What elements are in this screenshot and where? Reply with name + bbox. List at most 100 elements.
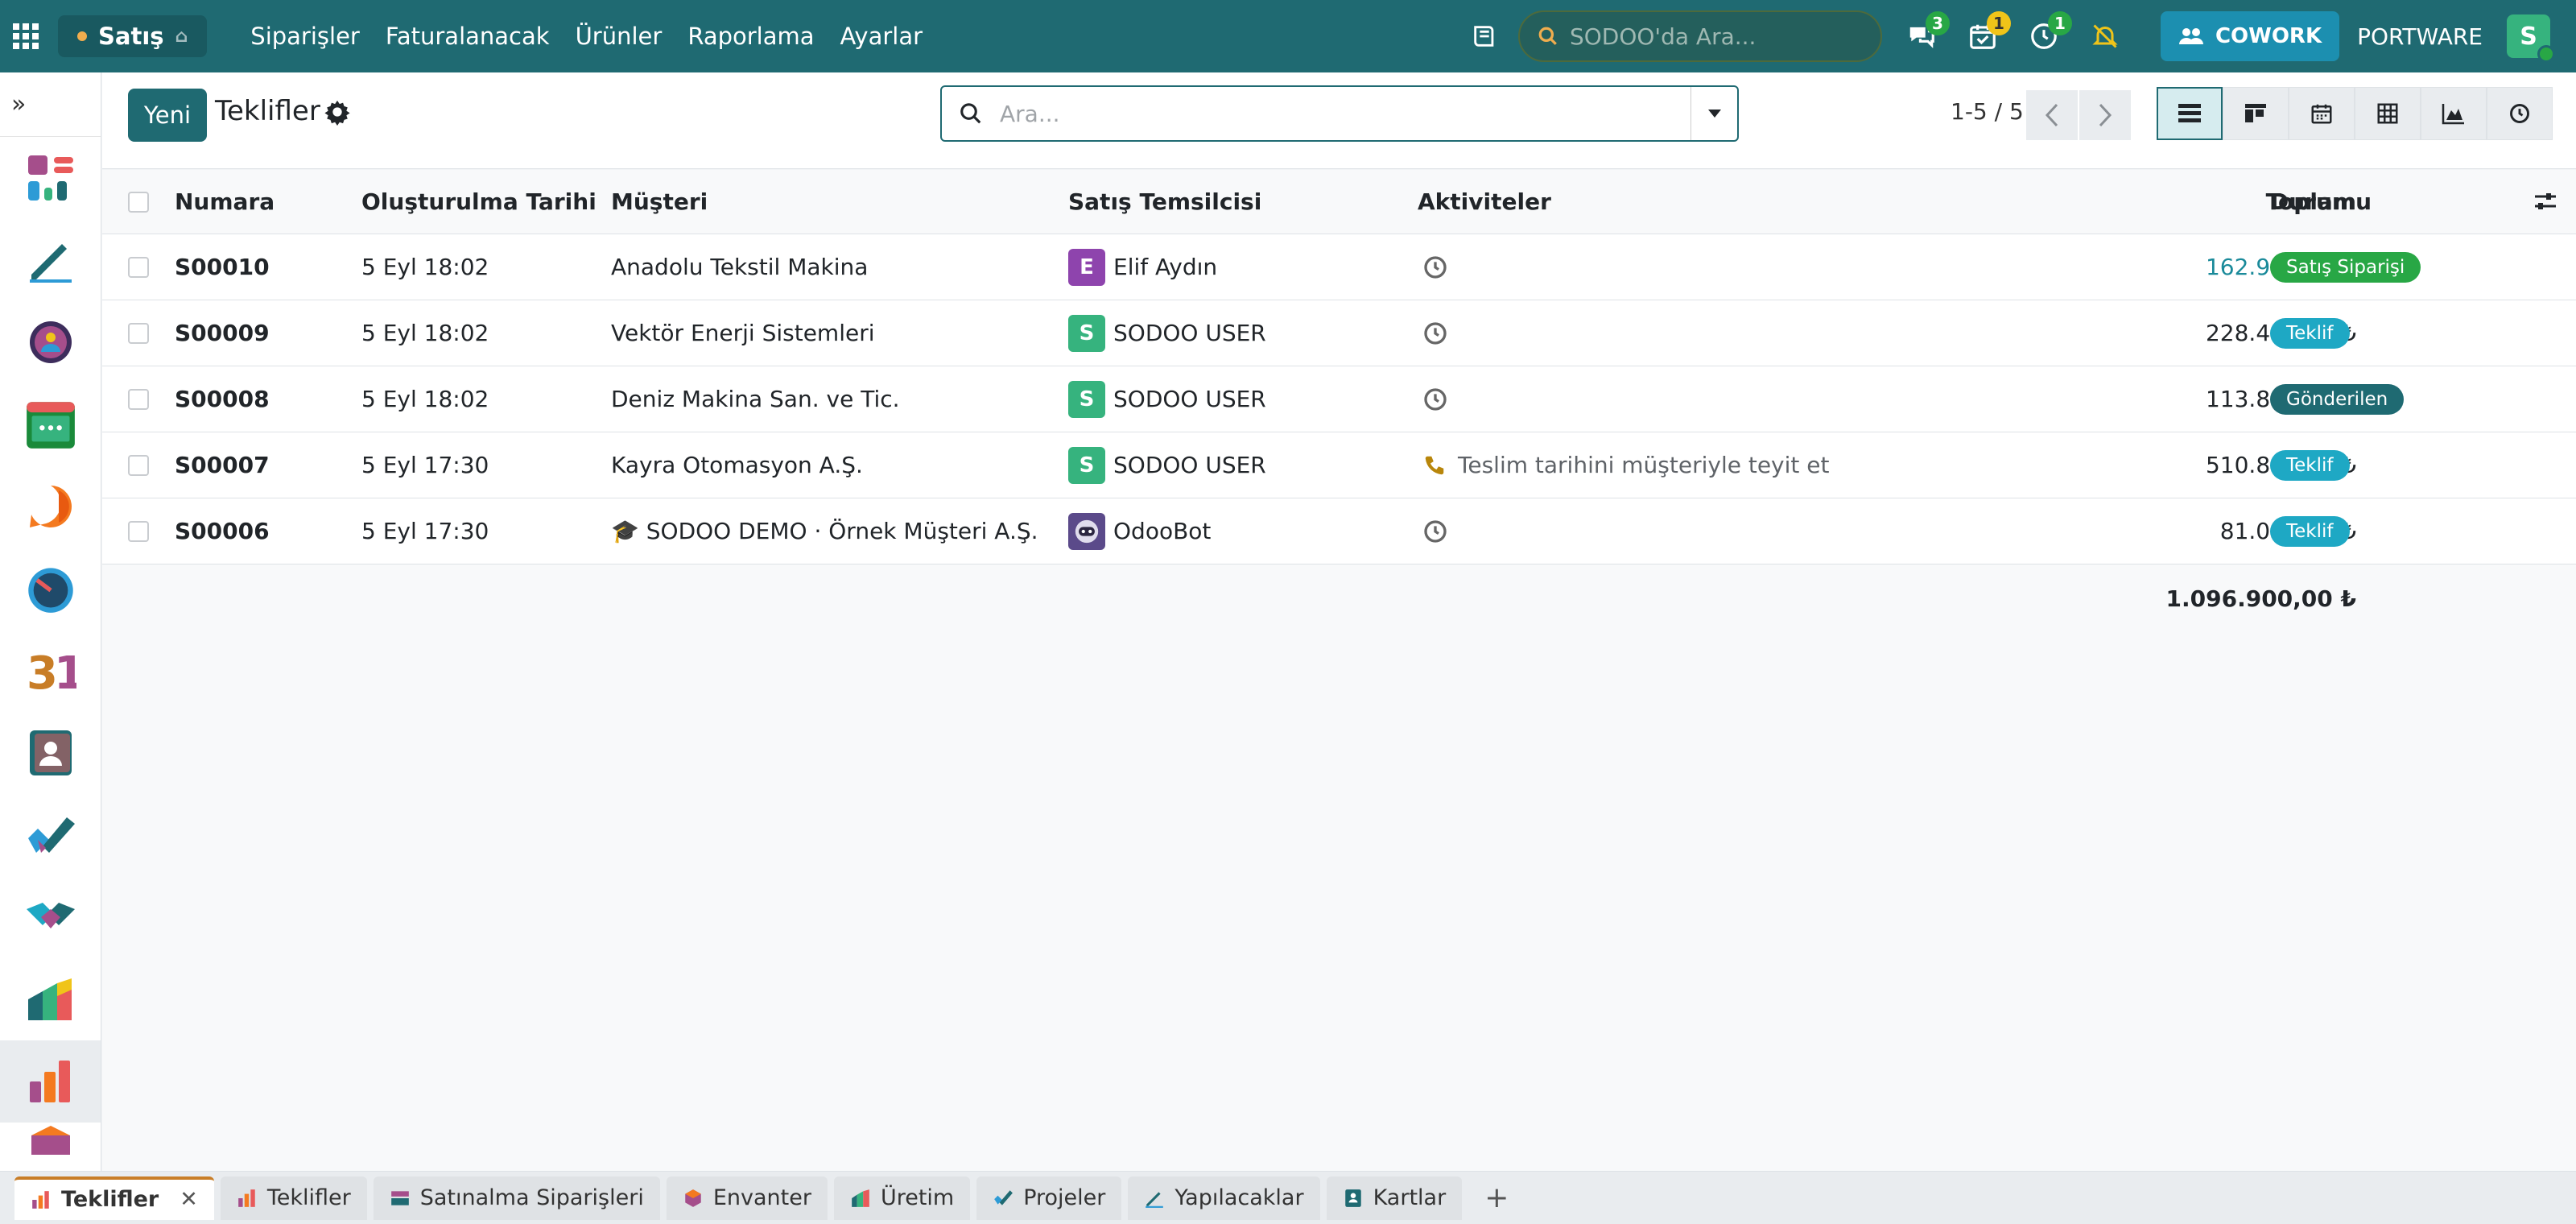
messages-button[interactable]: 3 <box>1900 11 1950 58</box>
row-checkbox[interactable] <box>128 454 149 476</box>
pen-app-icon <box>29 244 72 283</box>
sidebar-app-more[interactable] <box>0 1123 101 1155</box>
tab-inventory[interactable]: Envanter <box>666 1176 828 1220</box>
column-customer[interactable]: Müşteri <box>611 170 708 234</box>
cowork-button[interactable]: COWORK <box>2160 11 2340 61</box>
row-checkbox[interactable] <box>128 322 149 344</box>
activity-cell[interactable] <box>1422 234 1448 300</box>
row-checkbox[interactable] <box>128 256 149 278</box>
pager-next-button[interactable] <box>2079 90 2131 140</box>
activity-cell[interactable] <box>1422 498 1448 564</box>
sidebar-app-calendar[interactable]: 31 <box>0 630 101 712</box>
expand-sidebar-button[interactable]: » <box>0 72 101 137</box>
menu-item-to-invoice[interactable]: Faturalanacak <box>373 23 563 50</box>
sidebar-app-sales[interactable] <box>0 1040 101 1123</box>
sidebar-app-planning[interactable] <box>0 383 101 465</box>
kanban-view-button[interactable] <box>2223 87 2289 140</box>
sidebar-app-employees[interactable] <box>0 712 101 794</box>
column-rep[interactable]: Satış Temsilcisi <box>1068 170 1261 234</box>
users-icon <box>2178 28 2203 44</box>
gear-icon[interactable] <box>324 98 351 126</box>
clock-icon[interactable] <box>1422 254 1448 280</box>
created-date: 5 Eyl 18:02 <box>361 320 489 346</box>
table-row[interactable]: S00007 5 Eyl 17:30 Kayra Otomasyon A.Ş. … <box>102 432 2576 498</box>
menu-item-settings[interactable]: Ayarlar <box>828 23 935 50</box>
table-row[interactable]: S00008 5 Eyl 18:02 Deniz Makina San. ve … <box>102 366 2576 432</box>
sidebar-app-timesheet[interactable] <box>0 548 101 630</box>
status-badge: Teklif <box>2270 317 2350 349</box>
close-icon[interactable]: ✕ <box>180 1187 198 1212</box>
menu-item-orders[interactable]: Siparişler <box>237 23 373 50</box>
activities-button[interactable]: 1 <box>1961 11 2011 58</box>
sidebar-app-sign[interactable] <box>0 219 101 301</box>
clock-icon[interactable] <box>1422 387 1448 412</box>
list-view-button[interactable] <box>2157 87 2223 140</box>
activity-cell[interactable] <box>1422 300 1448 366</box>
pager-value[interactable]: 1-5 / 5 <box>1951 98 2024 125</box>
tab-cards[interactable]: Kartlar <box>1326 1176 1463 1220</box>
tab-projects[interactable]: Projeler <box>976 1176 1122 1220</box>
tab-purchase-orders[interactable]: Satınalma Siparişleri <box>373 1176 660 1220</box>
app-brand[interactable]: Satış ⌂ <box>58 15 208 57</box>
table-row[interactable]: S00006 5 Eyl 17:30 🎓 SODOO DEMO · Örnek … <box>102 498 2576 564</box>
menu-item-products[interactable]: Ürünler <box>563 23 675 50</box>
timer-button[interactable]: 1 <box>2022 11 2072 58</box>
created-date: 5 Eyl 17:30 <box>361 518 489 544</box>
sidebar-app-community[interactable] <box>0 301 101 383</box>
calendar-view-button[interactable] <box>2289 87 2355 140</box>
apps-menu-button[interactable] <box>0 0 52 72</box>
add-tab-icon[interactable]: + <box>1468 1181 1525 1214</box>
customer-name: Kayra Otomasyon A.Ş. <box>611 452 863 478</box>
sales-rep[interactable]: S SODOO USER <box>1068 300 1266 366</box>
sales-rep[interactable]: S SODOO USER <box>1068 432 1266 498</box>
search-icon[interactable] <box>942 101 1000 126</box>
clock-icon[interactable] <box>1422 519 1448 544</box>
activity-view-button[interactable] <box>2487 87 2553 140</box>
knowledge-book-icon[interactable] <box>1468 20 1501 52</box>
clock-icon[interactable] <box>1422 320 1448 346</box>
activity-cell[interactable] <box>1422 366 1448 432</box>
row-checkbox[interactable] <box>128 520 149 542</box>
search-input[interactable] <box>1000 100 1690 127</box>
activity-cell[interactable]: Teslim tarihini müşteriyle teyit et <box>1422 432 1830 498</box>
notifications-button[interactable] <box>2083 14 2127 58</box>
user-avatar[interactable]: S <box>2507 14 2555 63</box>
select-all-checkbox-cell[interactable] <box>128 170 149 234</box>
sidebar-app-manufacturing[interactable] <box>0 958 101 1040</box>
view-switcher <box>2157 87 2553 140</box>
global-search[interactable]: SODOO'da Ara... <box>1517 10 1882 62</box>
select-all-checkbox[interactable] <box>128 191 149 213</box>
column-created[interactable]: Oluşturulma Tarihi <box>361 170 597 234</box>
company-switcher[interactable]: PORTWARE <box>2357 23 2483 50</box>
search-options-toggle[interactable] <box>1690 87 1737 140</box>
sales-rep[interactable]: S SODOO USER <box>1068 366 1266 432</box>
pivot-view-button[interactable] <box>2355 87 2421 140</box>
table-row[interactable]: S00009 5 Eyl 18:02 Vektör Enerji Sisteml… <box>102 300 2576 366</box>
sidebar-app-dashboards[interactable] <box>0 137 101 219</box>
chevron-left-icon <box>2045 103 2058 127</box>
sales-rep[interactable]: OdooBot <box>1068 498 1211 564</box>
row-checkbox[interactable] <box>128 388 149 410</box>
graph-view-button[interactable] <box>2421 87 2487 140</box>
column-number[interactable]: Numara <box>175 170 275 234</box>
phone-icon[interactable] <box>1422 453 1447 478</box>
search-bar <box>940 85 1739 142</box>
pager-previous-button[interactable] <box>2026 90 2078 140</box>
optional-columns-toggle[interactable] <box>2533 170 2557 234</box>
sidebar-app-project[interactable] <box>0 794 101 876</box>
tab-quotations[interactable]: Teklifler <box>220 1176 367 1220</box>
sidebar-app-discuss[interactable] <box>0 465 101 548</box>
column-status[interactable]: Durumu <box>2270 170 2372 234</box>
new-button[interactable]: Yeni <box>128 89 207 142</box>
table-row[interactable]: S00010 5 Eyl 18:02 Anadolu Tekstil Makin… <box>102 234 2576 300</box>
column-activities[interactable]: Aktiviteler <box>1418 170 1551 234</box>
sales-rep[interactable]: E Elif Aydın <box>1068 234 1217 300</box>
tab-quotations-active[interactable]: Teklifler ✕ <box>14 1176 214 1220</box>
menu-item-reporting[interactable]: Raporlama <box>675 23 827 50</box>
totals-row: 1.096.900,00 ₺ <box>102 566 2576 631</box>
tab-todo[interactable]: Yapılacaklar <box>1128 1176 1320 1220</box>
app-name: Satış <box>98 23 164 50</box>
cube-app-icon <box>31 1126 70 1155</box>
tab-manufacturing[interactable]: Üretim <box>833 1176 971 1220</box>
sidebar-app-crm[interactable] <box>0 876 101 958</box>
